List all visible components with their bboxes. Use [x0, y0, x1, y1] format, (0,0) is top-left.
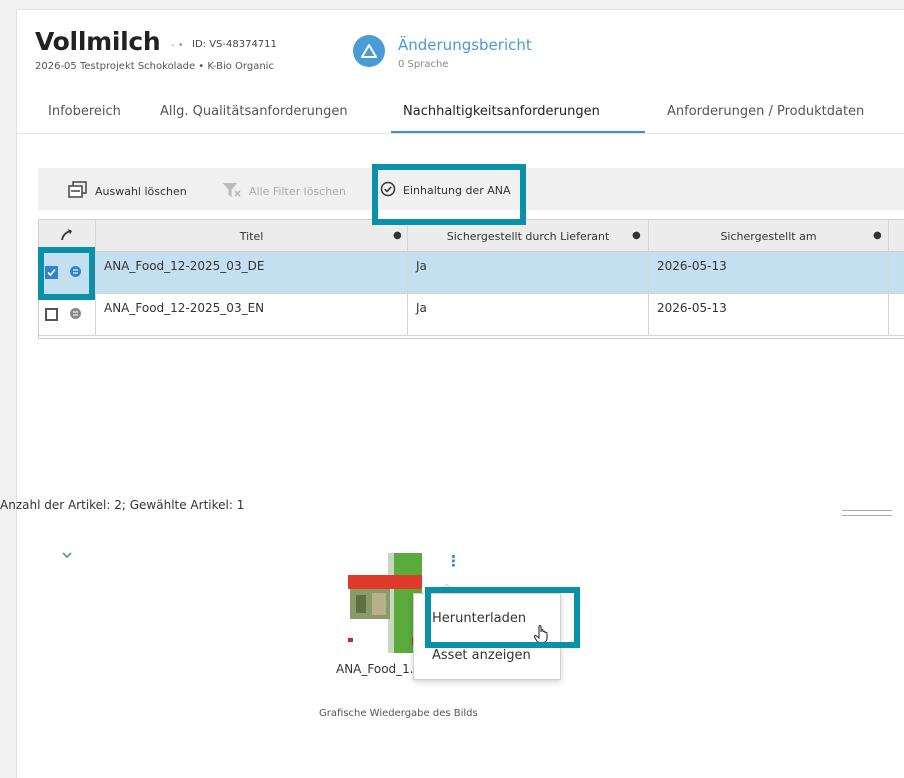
- change-report-subtitle: 0 Sprache: [398, 59, 449, 70]
- active-tab-indicator: [391, 131, 645, 133]
- cell-supplier: Ja: [408, 252, 649, 294]
- tab-sustainability-requirements[interactable]: Nachhaltigkeitsanforderungen: [403, 104, 600, 119]
- requirements-grid: Titel ● Sichergestellt durch Lieferant ●…: [38, 219, 904, 339]
- chevron-down-icon[interactable]: [62, 549, 72, 562]
- column-header-title[interactable]: Titel: [96, 220, 408, 252]
- cell-title: ANA_Food_12-2025_03_DE: [96, 252, 408, 294]
- table-row[interactable]: ANA_Food_12-2025_03_EN Ja 2026-05-13: [39, 294, 904, 336]
- status-icon: [70, 308, 81, 319]
- item-count: Anzahl der Artikel: 2; Gewählte Artikel:…: [0, 498, 245, 512]
- pane-splitter-handle[interactable]: [842, 510, 892, 516]
- clear-selection-icon: [68, 181, 88, 202]
- highlight-box: [425, 587, 580, 648]
- clear-filters-label: Alle Filter löschen: [249, 185, 346, 198]
- highlight-box: [38, 247, 95, 300]
- clear-filter-icon: [222, 181, 242, 202]
- tab-quality-requirements[interactable]: Allg. Qualitätsanforderungen: [160, 104, 348, 119]
- clear-selection-label: Auswahl löschen: [95, 185, 187, 198]
- asset-caption: Grafische Wiedergabe des Bilds: [319, 708, 478, 719]
- clear-selection-button[interactable]: Auswahl löschen: [68, 181, 187, 202]
- cell-title: ANA_Food_12-2025_03_EN: [96, 294, 408, 336]
- menu-item-show-asset[interactable]: Asset anzeigen: [414, 648, 560, 663]
- cell-date: 2026-05-13: [649, 252, 889, 294]
- change-report-icon[interactable]: [353, 35, 385, 67]
- change-report-link[interactable]: Änderungsbericht: [398, 36, 532, 54]
- column-menu-icon[interactable]: ●: [873, 230, 882, 241]
- tab-infobereich[interactable]: Infobereich: [48, 104, 121, 119]
- cell-supplier: Ja: [408, 294, 649, 336]
- table-row[interactable]: ANA_Food_12-2025_03_DE Ja 2026-05-13: [39, 252, 904, 294]
- header-separator: - •: [171, 40, 184, 51]
- tab-product-requirements[interactable]: Anforderungen / Produktdaten: [667, 104, 864, 119]
- pin-icon: [60, 228, 74, 245]
- product-id: ID: VS-48374711: [192, 39, 277, 50]
- asset-name: ANA_Food_1...: [336, 662, 422, 676]
- clear-filters-button[interactable]: Alle Filter löschen: [222, 181, 346, 202]
- tabs-divider: [16, 133, 904, 134]
- cell-date: 2026-05-13: [649, 294, 889, 336]
- kebab-menu-icon[interactable]: ⋮: [446, 552, 461, 570]
- row-select-cell: [39, 294, 96, 336]
- column-header-date[interactable]: Sichergestellt am: [649, 220, 889, 252]
- row-checkbox[interactable]: [45, 308, 58, 321]
- column-menu-icon[interactable]: ●: [393, 230, 402, 241]
- highlight-box: [372, 164, 526, 225]
- page-title: Vollmilch: [35, 27, 161, 56]
- column-menu-icon[interactable]: ●: [632, 230, 641, 241]
- project-subtitle: 2026-05 Testprojekt Schokolade • K-Bio O…: [35, 61, 274, 72]
